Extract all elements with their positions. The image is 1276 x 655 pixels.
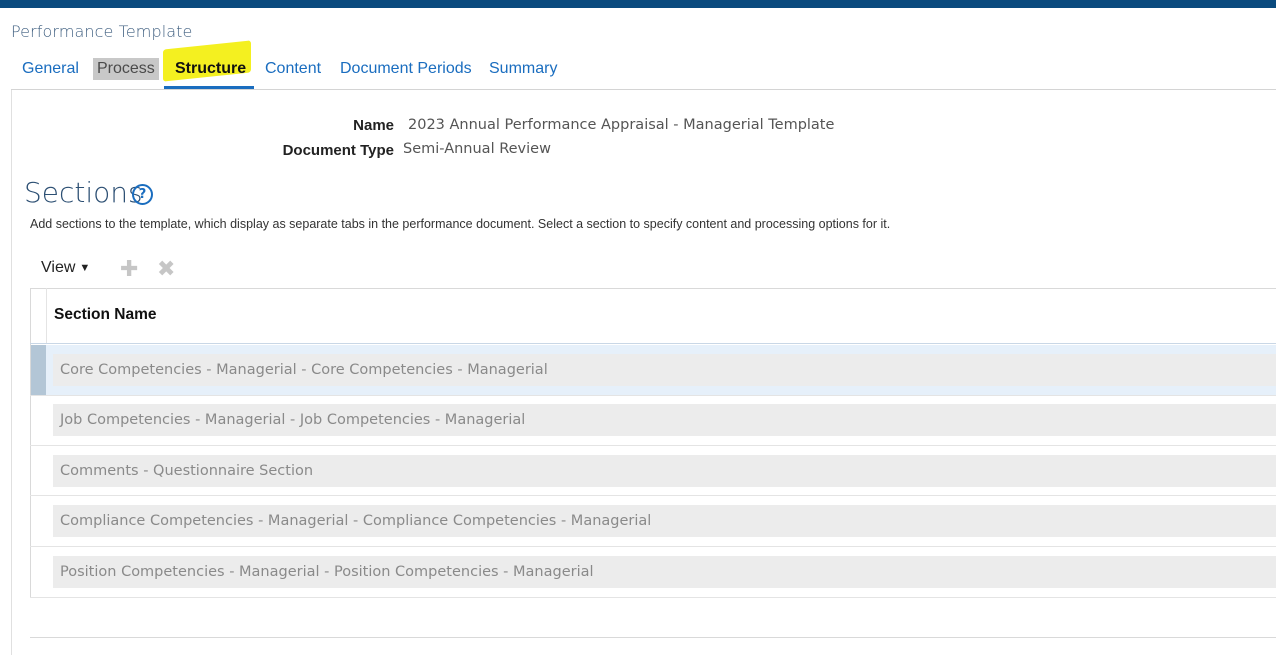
- help-icon[interactable]: ?: [132, 184, 153, 205]
- tab-structure[interactable]: Structure: [171, 58, 250, 80]
- section-name-cell[interactable]: Job Competencies - Managerial - Job Comp…: [53, 404, 1276, 436]
- content-frame-border: [11, 90, 12, 655]
- tabs-divider: [11, 89, 1276, 90]
- row-selector[interactable]: [31, 547, 46, 597]
- tab-general[interactable]: General: [18, 58, 83, 80]
- column-header-section-name[interactable]: Section Name: [54, 306, 157, 324]
- header-divider: [30, 343, 1276, 344]
- tab-summary[interactable]: Summary: [485, 58, 561, 80]
- selector-column-divider: [46, 288, 47, 344]
- table-row[interactable]: Comments - Questionnaire Section: [31, 446, 1276, 496]
- section-name-cell[interactable]: Comments - Questionnaire Section: [53, 455, 1276, 487]
- row-selector[interactable]: [31, 446, 46, 496]
- document-type-value: Semi-Annual Review: [403, 141, 551, 157]
- plus-icon[interactable]: ✚: [120, 257, 138, 282]
- section-name-cell[interactable]: Compliance Competencies - Managerial - C…: [53, 505, 1276, 537]
- table-row[interactable]: Core Competencies - Managerial - Core Co…: [31, 345, 1276, 395]
- table-row[interactable]: Position Competencies - Managerial - Pos…: [31, 547, 1276, 597]
- view-menu-button[interactable]: View ▼: [41, 259, 90, 277]
- footer-divider: [30, 637, 1276, 638]
- table-top-border: [30, 288, 1276, 289]
- name-value: 2023 Annual Performance Appraisal - Mana…: [408, 117, 835, 133]
- caret-down-icon: ▼: [79, 262, 91, 274]
- table-row[interactable]: Compliance Competencies - Managerial - C…: [31, 496, 1276, 546]
- name-label: Name: [353, 117, 394, 134]
- page-title: Performance Template: [11, 22, 193, 41]
- close-icon[interactable]: ✖: [157, 257, 175, 282]
- row-selector[interactable]: [31, 496, 46, 546]
- document-type-label: Document Type: [282, 142, 394, 159]
- table-row[interactable]: Job Competencies - Managerial - Job Comp…: [31, 395, 1276, 445]
- tab-process[interactable]: Process: [93, 58, 159, 80]
- top-header-bar: [0, 0, 1276, 8]
- tab-bar: General Process Structure Content Docume…: [0, 56, 1276, 90]
- sections-description: Add sections to the template, which disp…: [30, 217, 891, 231]
- tab-content[interactable]: Content: [261, 58, 325, 80]
- section-name-cell[interactable]: Core Competencies - Managerial - Core Co…: [53, 354, 1276, 386]
- view-label: View: [41, 259, 76, 276]
- sections-heading: Sections: [24, 176, 143, 209]
- tab-document-periods[interactable]: Document Periods: [336, 58, 476, 80]
- row-selector[interactable]: [31, 395, 46, 445]
- section-name-cell[interactable]: Position Competencies - Managerial - Pos…: [53, 556, 1276, 588]
- row-divider: [30, 597, 1276, 598]
- row-selector[interactable]: [31, 345, 46, 395]
